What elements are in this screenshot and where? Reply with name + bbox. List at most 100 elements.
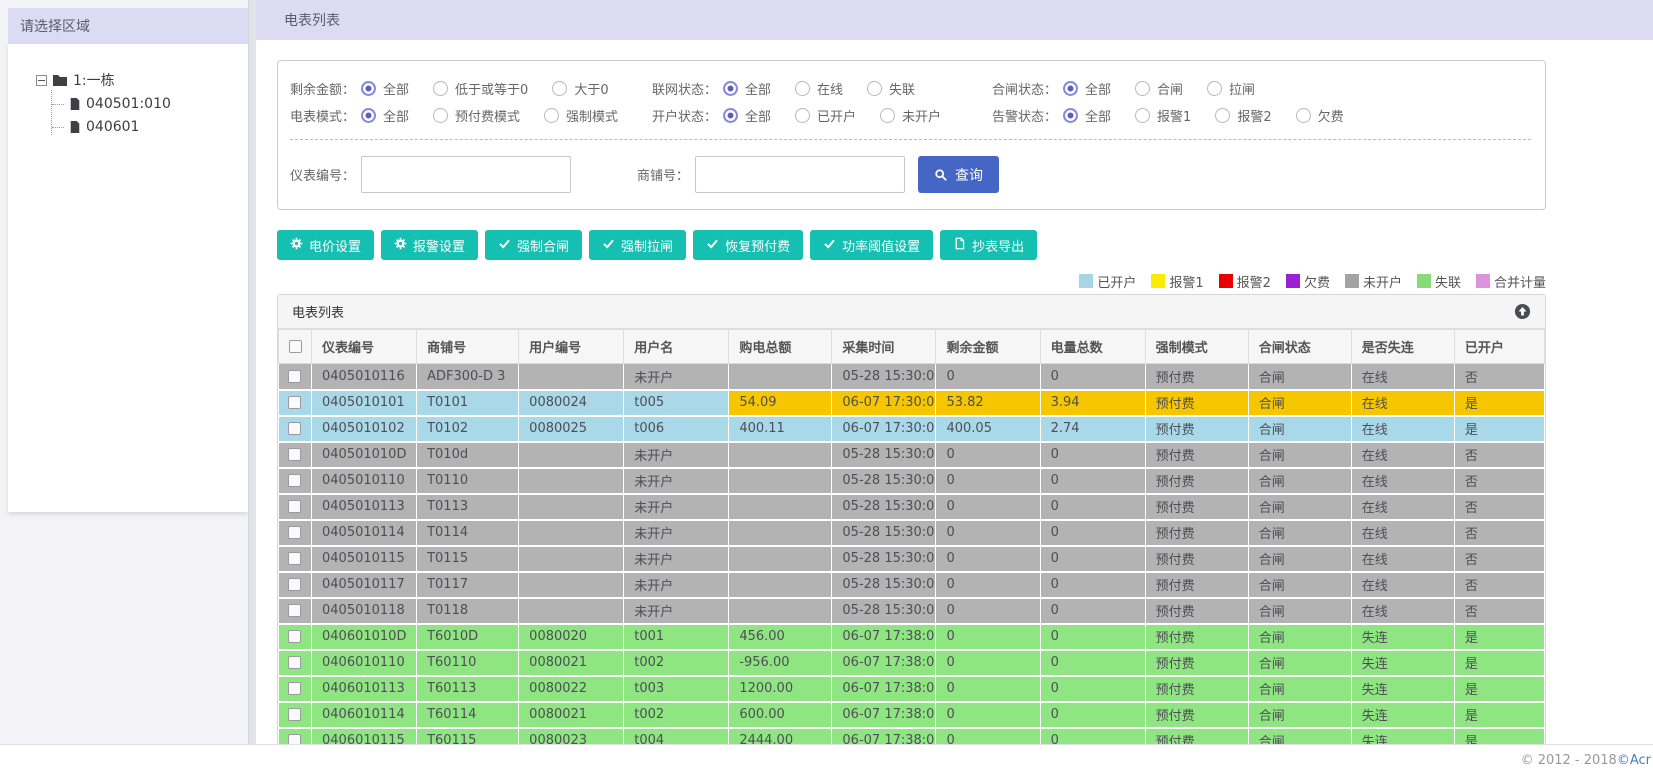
table-cell: 合闸 [1248,363,1352,391]
table-cell: T6010D [416,623,520,651]
toolbar-button[interactable]: 强制拉闸 [589,230,687,260]
radio-option[interactable]: 大于0 [552,79,609,98]
check-icon [823,237,836,253]
radio-option[interactable]: 欠费 [1295,106,1344,125]
radio-option[interactable]: 报警2 [1215,106,1272,125]
row-checkbox[interactable] [288,474,302,487]
brand-link[interactable]: ©Acr [1617,753,1651,768]
radio-icon[interactable] [795,108,811,123]
radio-option[interactable]: 预付费模式 [433,106,520,125]
radio-icon[interactable] [1215,108,1231,123]
row-checkbox[interactable] [288,552,302,565]
tree-child-label[interactable]: 040501:010 [86,96,171,112]
toolbar-button[interactable]: 抄表导出 [940,230,1038,260]
row-checkbox[interactable] [288,448,302,461]
table-cell: 未开户 [623,493,730,521]
radio-option-label: 在线 [817,83,844,98]
tree-root-label[interactable]: 1:一栋 [73,70,115,90]
row-checkbox[interactable] [288,500,302,513]
row-checkbox[interactable] [288,396,302,409]
radio-option[interactable]: 全部 [723,79,771,98]
radio-option-label: 报警1 [1157,110,1192,125]
table-cell: 是 [1454,675,1545,703]
row-checkbox[interactable] [288,708,302,721]
radio-option[interactable]: 合闸 [1135,79,1183,98]
radio-option[interactable]: 全部 [361,106,409,125]
radio-option[interactable]: 全部 [1063,79,1111,98]
radio-option[interactable]: 强制模式 [544,106,618,125]
tree-node-child[interactable]: 040501:010 [52,96,248,112]
toolbar-button[interactable]: 电价设置 [277,230,375,260]
shop-no-input[interactable] [695,156,906,193]
toolbar-button[interactable]: 强制合闸 [485,230,583,260]
column-header: 合闸状态 [1247,329,1352,364]
tree-connector [52,103,64,105]
toolbar-button[interactable]: 报警设置 [381,230,479,260]
radio-selected-icon[interactable] [1063,81,1079,96]
toolbar-button[interactable]: 功率阈值设置 [810,230,934,260]
radio-selected-icon[interactable] [723,108,739,123]
meter-table: 仪表编号 商铺号 用户编号 用户名 购电总额 采集时间 剩余金额 电量总数 强制模式 合闸状态 是否… [278,329,1545,745]
radio-icon[interactable] [1135,81,1151,96]
row-checkbox[interactable] [288,578,302,591]
radio-option-label: 全部 [745,83,772,98]
table-cell: 0405010115 [311,545,418,573]
tree-node-child[interactable]: 040601 [52,119,248,135]
radio-icon[interactable] [1295,108,1311,123]
radio-icon[interactable] [544,108,560,123]
radio-option-label: 预付费模式 [455,110,521,125]
radio-option[interactable]: 报警1 [1135,106,1191,125]
radio-icon[interactable] [880,108,896,123]
row-checkbox[interactable] [288,369,302,383]
row-checkbox[interactable] [288,656,302,669]
filter-group-label: 合闸状态： [992,83,1058,98]
row-checkbox-cell [278,597,313,625]
table-cell: 预付费 [1145,363,1249,391]
table-cell [518,571,625,599]
column-header: 商铺号 [416,329,520,364]
row-checkbox[interactable] [288,422,302,435]
column-header: 电量总数 [1039,329,1146,364]
toolbar-button-label: 抄表导出 [972,238,1025,254]
radio-icon[interactable] [1207,81,1223,96]
radio-option[interactable]: 拉闸 [1207,79,1255,98]
radio-option[interactable]: 低于或等于0 [433,79,528,98]
radio-option[interactable]: 全部 [361,79,409,98]
tree-child-label[interactable]: 040601 [86,119,139,135]
row-checkbox[interactable] [288,604,302,617]
collapse-panel-icon[interactable] [1514,303,1531,320]
radio-icon[interactable] [433,108,449,123]
toolbar-button-label: 电价设置 [309,238,362,254]
radio-option[interactable]: 已开户 [795,106,856,125]
radio-selected-icon[interactable] [361,81,377,96]
radio-option[interactable]: 未开户 [880,106,941,125]
radio-option[interactable]: 全部 [723,106,771,125]
tree-node-root[interactable]: 1:一栋 [36,70,248,90]
row-checkbox[interactable] [288,682,302,695]
row-checkbox[interactable] [288,630,302,643]
table-row: 0405010102 T0102 0080025 t006 400.11 06-07 17… [278,415,1545,443]
table-cell: 在线 [1351,571,1455,599]
radio-icon[interactable] [867,81,883,96]
toolbar-button[interactable]: 恢复预付费 [693,230,804,260]
row-checkbox[interactable] [288,526,302,539]
table-cell: 0080025 [518,415,625,443]
radio-selected-icon[interactable] [723,81,739,96]
radio-icon[interactable] [1135,108,1151,123]
collapse-expander-icon[interactable] [36,74,47,86]
radio-icon[interactable] [552,81,568,96]
splitter[interactable] [248,0,256,744]
meter-no-input[interactable] [361,156,572,193]
radio-icon[interactable] [795,81,811,96]
radio-option[interactable]: 全部 [1063,106,1111,125]
table-cell [518,441,625,469]
search-button[interactable]: 查询 [918,156,1000,193]
table-cell: T0101 [416,389,520,417]
radio-option[interactable]: 失联 [867,79,915,98]
select-all-checkbox[interactable] [288,340,302,353]
radio-selected-icon[interactable] [361,108,377,123]
radio-option[interactable]: 在线 [795,79,843,98]
radio-icon[interactable] [433,81,449,96]
radio-selected-icon[interactable] [1063,108,1079,123]
toolbar-button-label: 强制拉闸 [621,238,674,254]
